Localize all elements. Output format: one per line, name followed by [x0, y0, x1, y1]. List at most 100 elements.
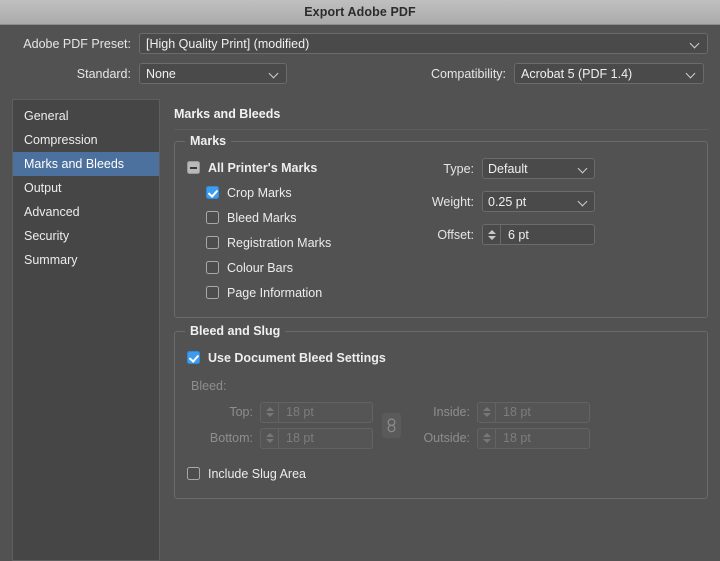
offset-row: Offset: 6 pt — [412, 222, 695, 247]
bleed-bottom-value: 18 pt — [279, 429, 372, 448]
adobe-pdf-preset-value: [High Quality Print] (modified) — [146, 37, 685, 51]
sidebar-item-marks-and-bleeds[interactable]: Marks and Bleeds — [13, 152, 159, 176]
colour-bars-label: Colour Bars — [227, 261, 293, 275]
link-icon-glyph — [386, 418, 397, 433]
sidebar-item-label: Advanced — [24, 205, 80, 219]
adobe-pdf-preset-select[interactable]: [High Quality Print] (modified) — [139, 33, 708, 54]
colour-bars-row[interactable]: Colour Bars — [187, 255, 412, 280]
bleed-bottom-stepper-arrows — [261, 429, 279, 448]
bleed-left-column: Top: 18 pt Bottom: — [191, 399, 373, 451]
window-title: Export Adobe PDF — [304, 5, 416, 19]
chevron-down-icon — [269, 68, 280, 79]
sidebar-item-compression[interactable]: Compression — [13, 128, 159, 152]
chevron-up-icon — [266, 433, 274, 437]
chevron-up-icon[interactable] — [488, 230, 496, 234]
standard-compat-row: Standard: None Compatibility: Acrobat 5 … — [12, 63, 708, 84]
weight-label: Weight: — [412, 195, 474, 209]
bleed-fields-grid: Top: 18 pt Bottom: — [187, 399, 695, 451]
bleed-right-column: Inside: 18 pt Outside: — [410, 399, 590, 451]
colour-bars-checkbox[interactable] — [206, 261, 219, 274]
compatibility-select[interactable]: Acrobat 5 (PDF 1.4) — [514, 63, 704, 84]
compatibility-label: Compatibility: — [431, 67, 506, 81]
chevron-down-icon[interactable] — [488, 236, 496, 240]
bleed-inside-stepper: 18 pt — [477, 402, 590, 423]
link-icon — [382, 413, 401, 438]
marks-options-column: Type: Default Weight: 0.25 pt — [412, 155, 695, 305]
offset-value[interactable]: 6 pt — [501, 225, 594, 244]
sidebar-item-label: Marks and Bleeds — [24, 157, 124, 171]
page-information-label: Page Information — [227, 286, 322, 300]
all-printers-marks-label: All Printer's Marks — [208, 161, 317, 175]
page-information-checkbox[interactable] — [206, 286, 219, 299]
bleed-top-stepper: 18 pt — [260, 402, 373, 423]
sidebar-item-general[interactable]: General — [13, 104, 159, 128]
bleed-marks-label: Bleed Marks — [227, 211, 296, 225]
chevron-down-icon — [266, 439, 274, 443]
weight-row: Weight: 0.25 pt — [412, 189, 695, 214]
chevron-down-icon — [483, 413, 491, 417]
dialog-body: General Compression Marks and Bleeds Out… — [0, 99, 720, 561]
registration-marks-checkbox[interactable] — [206, 236, 219, 249]
sidebar-item-label: Security — [24, 229, 69, 243]
crop-marks-row[interactable]: Crop Marks — [187, 180, 412, 205]
category-sidebar[interactable]: General Compression Marks and Bleeds Out… — [12, 99, 160, 561]
all-printers-marks-row[interactable]: All Printer's Marks — [187, 155, 412, 180]
sidebar-item-security[interactable]: Security — [13, 224, 159, 248]
chevron-down-icon — [690, 38, 701, 49]
type-select[interactable]: Default — [482, 158, 595, 179]
marks-group: Marks All Printer's Marks Crop Marks Ble… — [174, 141, 708, 318]
preset-section: Adobe PDF Preset: [High Quality Print] (… — [0, 25, 720, 99]
sidebar-item-label: Output — [24, 181, 62, 195]
crop-marks-label: Crop Marks — [227, 186, 292, 200]
bleed-outside-stepper-arrows — [478, 429, 496, 448]
chevron-down-icon — [483, 439, 491, 443]
chevron-up-icon — [266, 407, 274, 411]
bleed-top-value: 18 pt — [279, 403, 372, 422]
chevron-down-icon — [266, 413, 274, 417]
sidebar-item-output[interactable]: Output — [13, 176, 159, 200]
bleed-inside-stepper-arrows — [478, 403, 496, 422]
include-slug-area-row[interactable]: Include Slug Area — [187, 461, 695, 486]
weight-select[interactable]: 0.25 pt — [482, 191, 595, 212]
use-document-bleed-row[interactable]: Use Document Bleed Settings — [187, 345, 695, 370]
window-titlebar: Export Adobe PDF — [0, 0, 720, 25]
bleed-inside-label: Inside: — [410, 405, 470, 419]
bleed-marks-checkbox[interactable] — [206, 211, 219, 224]
registration-marks-label: Registration Marks — [227, 236, 331, 250]
all-printers-marks-checkbox[interactable] — [187, 161, 200, 174]
title-divider — [174, 129, 708, 130]
bleed-bottom-row: Bottom: 18 pt — [191, 425, 373, 451]
standard-value: None — [146, 67, 264, 81]
bleed-outside-value: 18 pt — [496, 429, 589, 448]
offset-stepper-arrows[interactable] — [483, 225, 501, 244]
bleed-section-label: Bleed: — [191, 379, 695, 393]
registration-marks-row[interactable]: Registration Marks — [187, 230, 412, 255]
bleed-bottom-label: Bottom: — [191, 431, 253, 445]
marks-checkbox-column: All Printer's Marks Crop Marks Bleed Mar… — [187, 155, 412, 305]
chevron-down-icon — [578, 163, 589, 174]
bleed-outside-stepper: 18 pt — [477, 428, 590, 449]
include-slug-area-checkbox[interactable] — [187, 467, 200, 480]
offset-stepper[interactable]: 6 pt — [482, 224, 595, 245]
preset-label: Adobe PDF Preset: — [12, 37, 131, 51]
include-slug-area-label: Include Slug Area — [208, 467, 306, 481]
page-information-row[interactable]: Page Information — [187, 280, 412, 305]
weight-value: 0.25 pt — [488, 195, 573, 209]
chevron-up-icon — [483, 407, 491, 411]
standard-select[interactable]: None — [139, 63, 287, 84]
bleed-and-slug-group: Bleed and Slug Use Document Bleed Settin… — [174, 331, 708, 499]
use-document-bleed-settings-label: Use Document Bleed Settings — [208, 351, 386, 365]
standard-label: Standard: — [12, 67, 131, 81]
use-document-bleed-settings-checkbox[interactable] — [187, 351, 200, 364]
crop-marks-checkbox[interactable] — [206, 186, 219, 199]
type-value: Default — [488, 162, 573, 176]
bleed-marks-row[interactable]: Bleed Marks — [187, 205, 412, 230]
offset-label: Offset: — [412, 228, 474, 242]
sidebar-item-summary[interactable]: Summary — [13, 248, 159, 272]
main-pane: Marks and Bleeds Marks All Printer's Mar… — [160, 99, 708, 561]
preset-row: Adobe PDF Preset: [High Quality Print] (… — [12, 33, 708, 54]
sidebar-item-advanced[interactable]: Advanced — [13, 200, 159, 224]
bleed-and-slug-group-title: Bleed and Slug — [185, 324, 285, 338]
bleed-bottom-stepper: 18 pt — [260, 428, 373, 449]
sidebar-item-label: Compression — [24, 133, 98, 147]
